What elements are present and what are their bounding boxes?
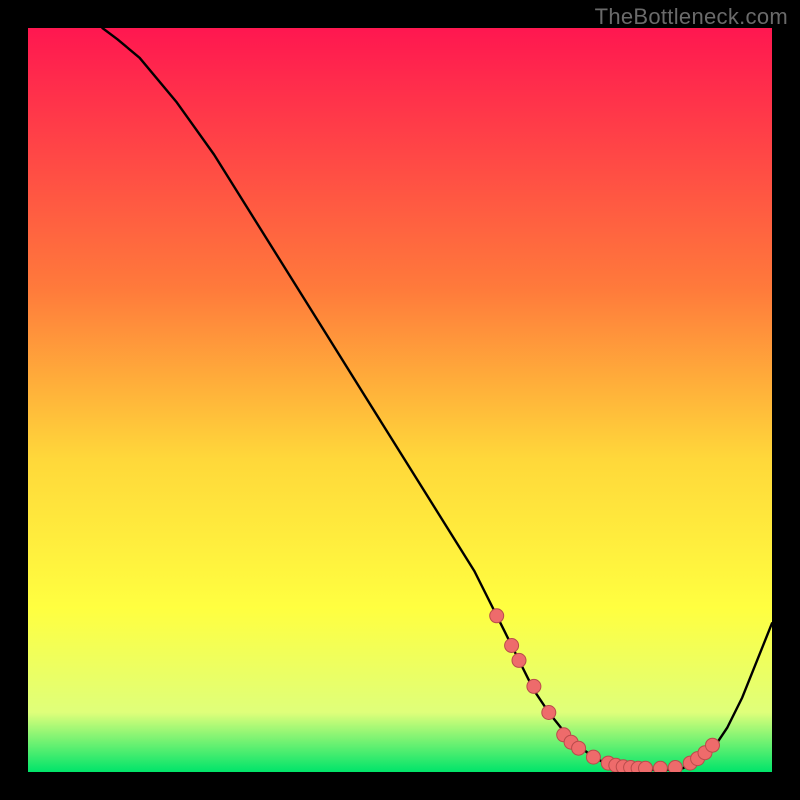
chart-frame: TheBottleneck.com xyxy=(0,0,800,800)
data-point xyxy=(639,761,653,772)
data-point xyxy=(572,741,586,755)
data-point xyxy=(542,706,556,720)
gradient-background xyxy=(28,28,772,772)
data-point xyxy=(586,750,600,764)
data-point xyxy=(512,653,526,667)
data-point xyxy=(490,609,504,623)
watermark-label: TheBottleneck.com xyxy=(595,4,788,30)
data-point xyxy=(505,639,519,653)
data-point xyxy=(527,679,541,693)
data-point xyxy=(653,761,667,772)
bottleneck-chart xyxy=(28,28,772,772)
data-point xyxy=(706,738,720,752)
data-point xyxy=(668,761,682,773)
